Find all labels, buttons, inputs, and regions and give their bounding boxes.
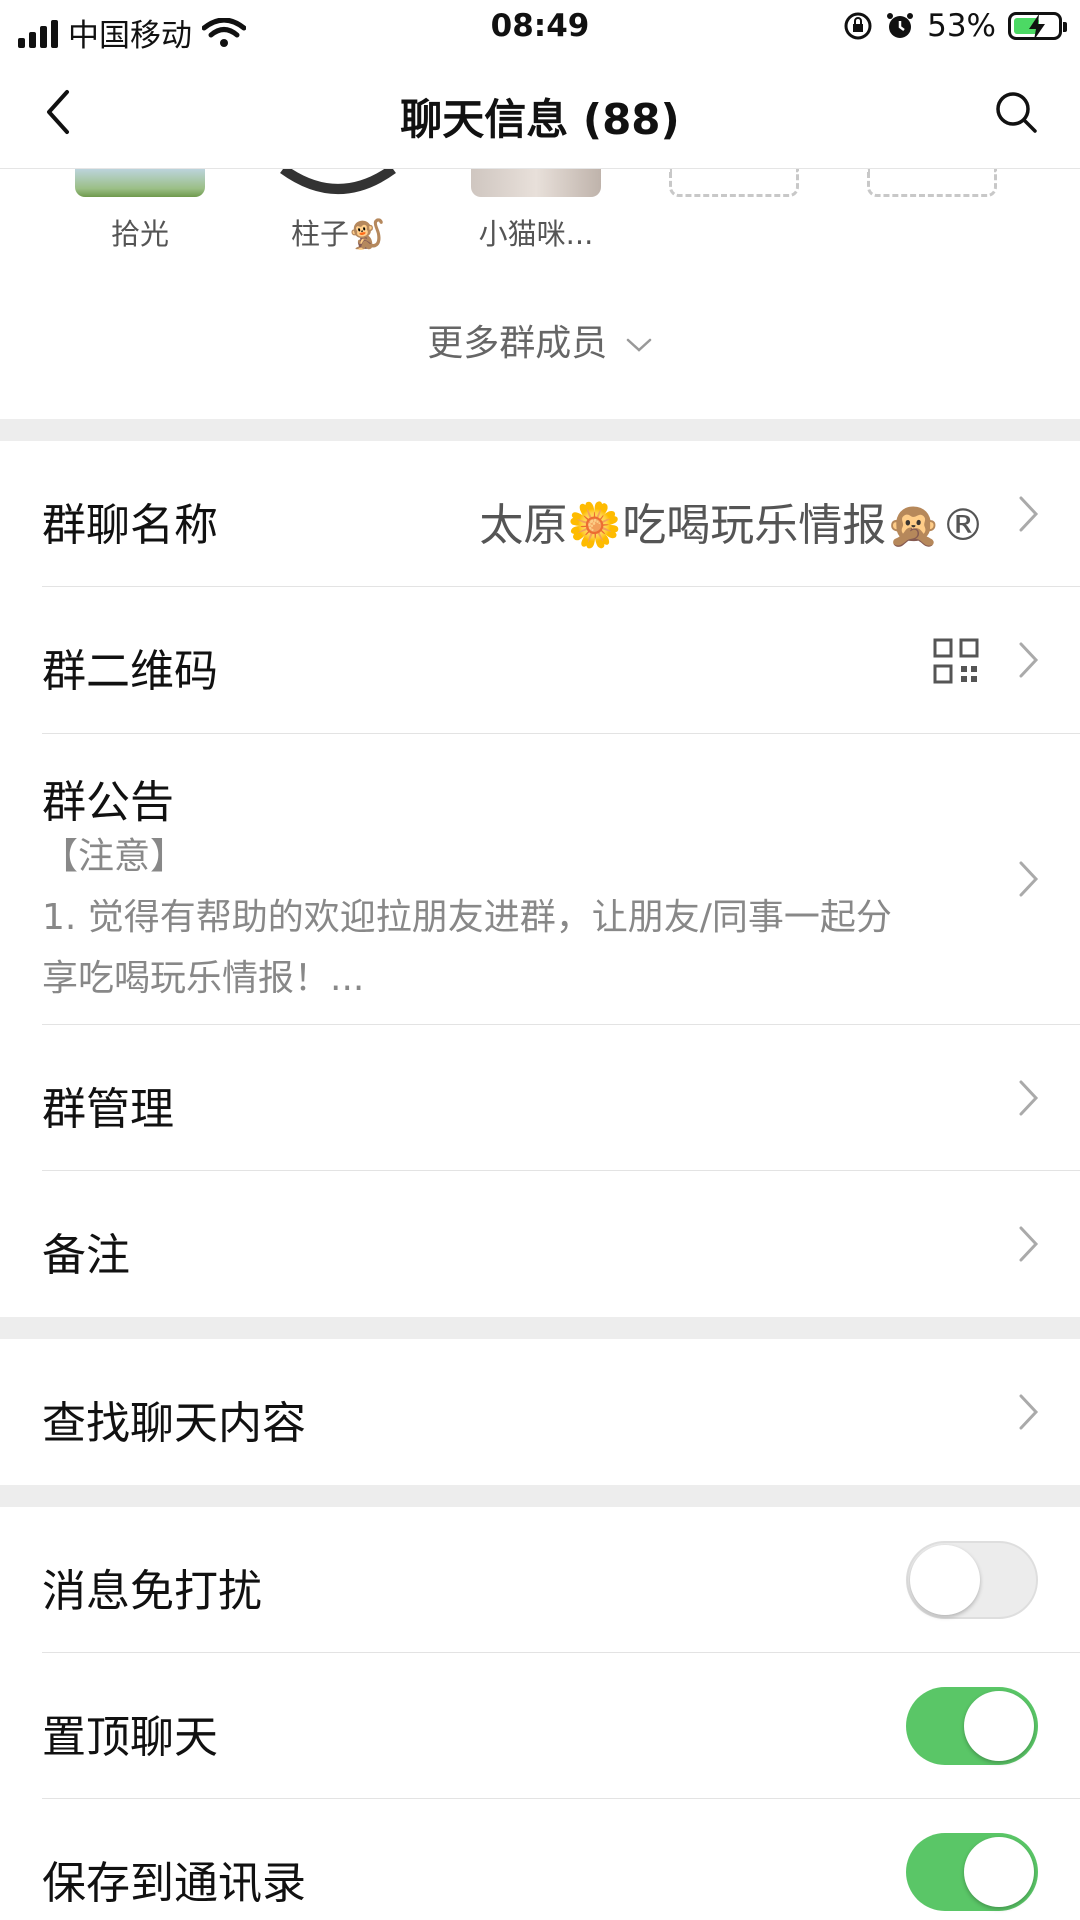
section-gap (0, 419, 1080, 441)
save-contacts-label: 保存到通讯录 (42, 1858, 306, 1909)
section-gap (0, 1485, 1080, 1507)
group-name-value: 太原🌼吃喝玩乐情报🙊® (479, 500, 985, 551)
group-manage-row[interactable]: 群管理 (0, 1025, 1080, 1171)
group-manage-label: 群管理 (42, 1084, 174, 1135)
notice-line: 【注意】 (42, 836, 187, 877)
group-qr-row[interactable]: 群二维码 (0, 587, 1080, 733)
pin-chat-row: 置顶聊天 (0, 1653, 1080, 1799)
save-contacts-toggle[interactable] (906, 1833, 1038, 1911)
status-bar: 中国移动 08:49 53% (0, 0, 1080, 58)
avatar (75, 169, 205, 197)
group-notice-row[interactable]: 群公告 【注意】 1. 觉得有帮助的欢迎拉朋友进群，让朋友/同事一起分 享吃喝玩… (0, 734, 1080, 1024)
remove-member-placeholder (867, 169, 997, 197)
orientation-lock-icon (844, 12, 872, 40)
group-qr-label: 群二维码 (42, 646, 218, 697)
save-contacts-row: 保存到通讯录 (0, 1799, 1080, 1920)
avatar-image (280, 169, 396, 194)
notice-line: 享吃喝玩乐情报！... (42, 958, 365, 999)
chevron-right-icon (1019, 642, 1039, 678)
member-name: 小猫咪... (478, 217, 594, 251)
search-chat-label: 查找聊天内容 (42, 1398, 306, 1449)
remark-row[interactable]: 备注 (0, 1171, 1080, 1317)
pin-chat-label: 置顶聊天 (42, 1712, 218, 1763)
charging-bolt-icon (1029, 14, 1045, 40)
search-button[interactable] (986, 82, 1046, 142)
members-grid: 拾光 柱子🐒 小猫咪... 更多群成员 (0, 169, 1080, 419)
group-name-label: 群聊名称 (42, 500, 218, 551)
remark-label: 备注 (42, 1230, 130, 1281)
battery-percent: 53% (927, 8, 996, 44)
chevron-right-icon (1019, 1394, 1039, 1430)
search-chat-row[interactable]: 查找聊天内容 (0, 1339, 1080, 1485)
avatar (273, 169, 403, 197)
section-gap (0, 1317, 1080, 1339)
chevron-right-icon (1019, 1080, 1039, 1116)
qr-code-icon (933, 638, 979, 684)
mute-toggle[interactable] (906, 1541, 1038, 1619)
add-member-placeholder (669, 169, 799, 197)
group-name-row[interactable]: 群聊名称 太原🌼吃喝玩乐情报🙊® (0, 441, 1080, 587)
member-name: 拾光 (110, 217, 169, 251)
toggle-knob (964, 1691, 1034, 1761)
search-icon (996, 92, 1037, 133)
group-notice-label: 群公告 (42, 777, 174, 828)
status-right: 53% (843, 8, 1067, 44)
nav-bar: 聊天信息 (88) (0, 58, 1080, 169)
page-title: 聊天信息 (88) (400, 95, 680, 144)
mute-label: 消息免打扰 (42, 1566, 262, 1617)
chevron-right-icon (1019, 861, 1039, 897)
mute-row: 消息免打扰 (0, 1507, 1080, 1653)
pin-chat-toggle[interactable] (906, 1687, 1038, 1765)
chevron-right-icon (1019, 1226, 1039, 1262)
member-item[interactable]: 柱子🐒 (268, 169, 408, 253)
toggle-knob (964, 1837, 1034, 1907)
remove-member-button[interactable] (862, 169, 1002, 197)
group-notice-text: 【注意】 1. 觉得有帮助的欢迎拉朋友进群，让朋友/同事一起分 享吃喝玩乐情报！… (42, 826, 980, 1009)
avatar (471, 169, 601, 197)
member-item[interactable]: 拾光 (70, 169, 210, 253)
chevron-down-icon (626, 338, 651, 352)
more-members-label: 更多群成员 (427, 323, 608, 364)
battery-icon (1008, 12, 1067, 40)
notice-line: 1. 觉得有帮助的欢迎拉朋友进群，让朋友/同事一起分 (42, 897, 892, 938)
alarm-icon (887, 13, 914, 38)
add-member-button[interactable] (664, 169, 804, 197)
member-item[interactable]: 小猫咪... (466, 169, 606, 253)
toggle-knob (910, 1545, 980, 1615)
member-name: 柱子🐒 (290, 217, 386, 251)
chevron-right-icon (1019, 496, 1039, 532)
more-members-link[interactable]: 更多群成员 (0, 314, 1080, 366)
